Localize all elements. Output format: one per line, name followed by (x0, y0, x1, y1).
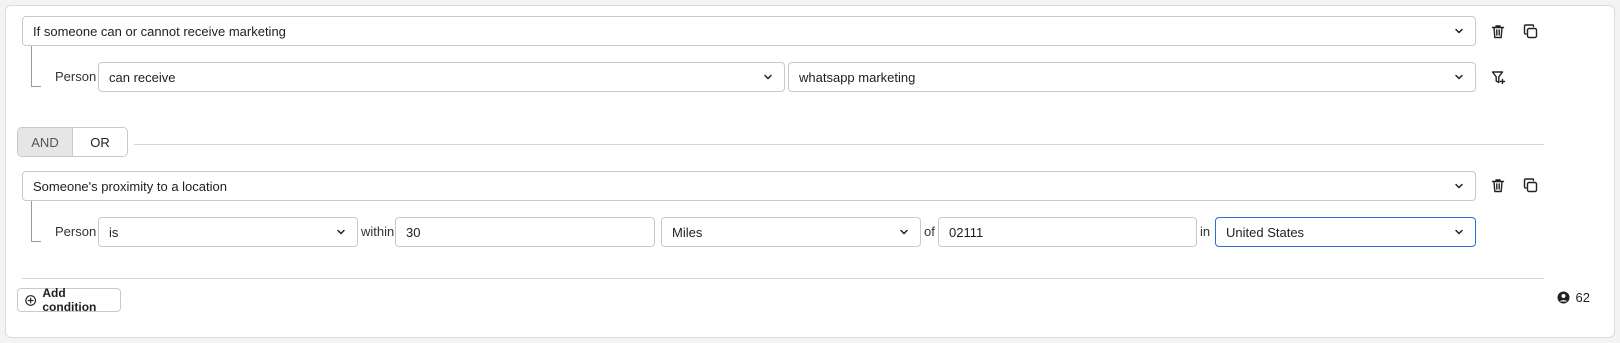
condition-1-type-value: If someone can or cannot receive marketi… (33, 23, 286, 39)
trash-icon (1491, 178, 1505, 192)
tree-connector-1-h (31, 86, 41, 87)
condition-1-type-select[interactable]: If someone can or cannot receive marketi… (22, 16, 1476, 46)
condition-1-subject-label: Person (55, 69, 97, 84)
logic-and-option[interactable]: AND (18, 128, 73, 156)
condition-1-add-filter-button[interactable] (1486, 65, 1510, 89)
footer-divider (22, 278, 1544, 279)
condition-1-operator-select[interactable]: can receive (98, 62, 785, 92)
country-select[interactable]: United States (1215, 217, 1476, 247)
trash-icon (1491, 24, 1505, 38)
user-circle-icon (1557, 291, 1570, 304)
tree-connector-2 (31, 201, 32, 241)
logic-divider (134, 144, 1544, 145)
condition-1-operator-value: can receive (109, 69, 176, 85)
copy-icon (1523, 177, 1537, 192)
copy-icon (1523, 23, 1537, 38)
tree-connector-2-h (31, 241, 41, 242)
condition-1-delete-button[interactable] (1486, 19, 1510, 43)
tree-connector-1 (31, 46, 32, 86)
add-condition-label: Add condition (42, 286, 97, 314)
distance-unit-value: Miles (672, 224, 703, 240)
condition-1-channel-value: whatsapp marketing (799, 69, 916, 85)
of-label: of (924, 224, 935, 239)
within-label: within (361, 224, 395, 239)
condition-2-operator-value: is (109, 224, 119, 240)
chevron-down-icon (762, 71, 774, 83)
condition-2-subject-label: Person (55, 224, 97, 239)
logic-operator-toggle: AND OR (17, 127, 128, 157)
condition-2-delete-button[interactable] (1486, 173, 1510, 197)
condition-2-operator-select[interactable]: is (98, 217, 358, 247)
condition-2-duplicate-button[interactable] (1518, 173, 1542, 197)
distance-unit-select[interactable]: Miles (661, 217, 921, 247)
chevron-down-icon (1453, 71, 1465, 83)
chevron-down-icon (1453, 25, 1465, 37)
chevron-down-icon (1453, 226, 1465, 238)
logic-or-option[interactable]: OR (73, 128, 127, 156)
chevron-down-icon (898, 226, 910, 238)
condition-1-channel-select[interactable]: whatsapp marketing (788, 62, 1476, 92)
distance-input[interactable]: 30 (395, 217, 655, 247)
plus-circle-icon (25, 294, 37, 306)
distance-value: 30 (406, 224, 421, 240)
chevron-down-icon (335, 226, 347, 238)
profile-count-value: 62 (1575, 290, 1590, 305)
filter-add-icon (1491, 70, 1505, 84)
postal-code-value: 02111 (949, 224, 984, 240)
country-value: United States (1226, 224, 1305, 240)
chevron-down-icon (1453, 180, 1465, 192)
add-condition-button[interactable]: Add condition (17, 286, 121, 314)
profile-count: 62 (1557, 290, 1590, 305)
condition-1-duplicate-button[interactable] (1518, 19, 1542, 43)
postal-code-input[interactable]: 02111 (938, 217, 1197, 247)
condition-2-type-value: Someone's proximity to a location (33, 178, 227, 194)
in-label: in (1200, 224, 1211, 239)
condition-2-type-select[interactable]: Someone's proximity to a location (22, 171, 1476, 201)
